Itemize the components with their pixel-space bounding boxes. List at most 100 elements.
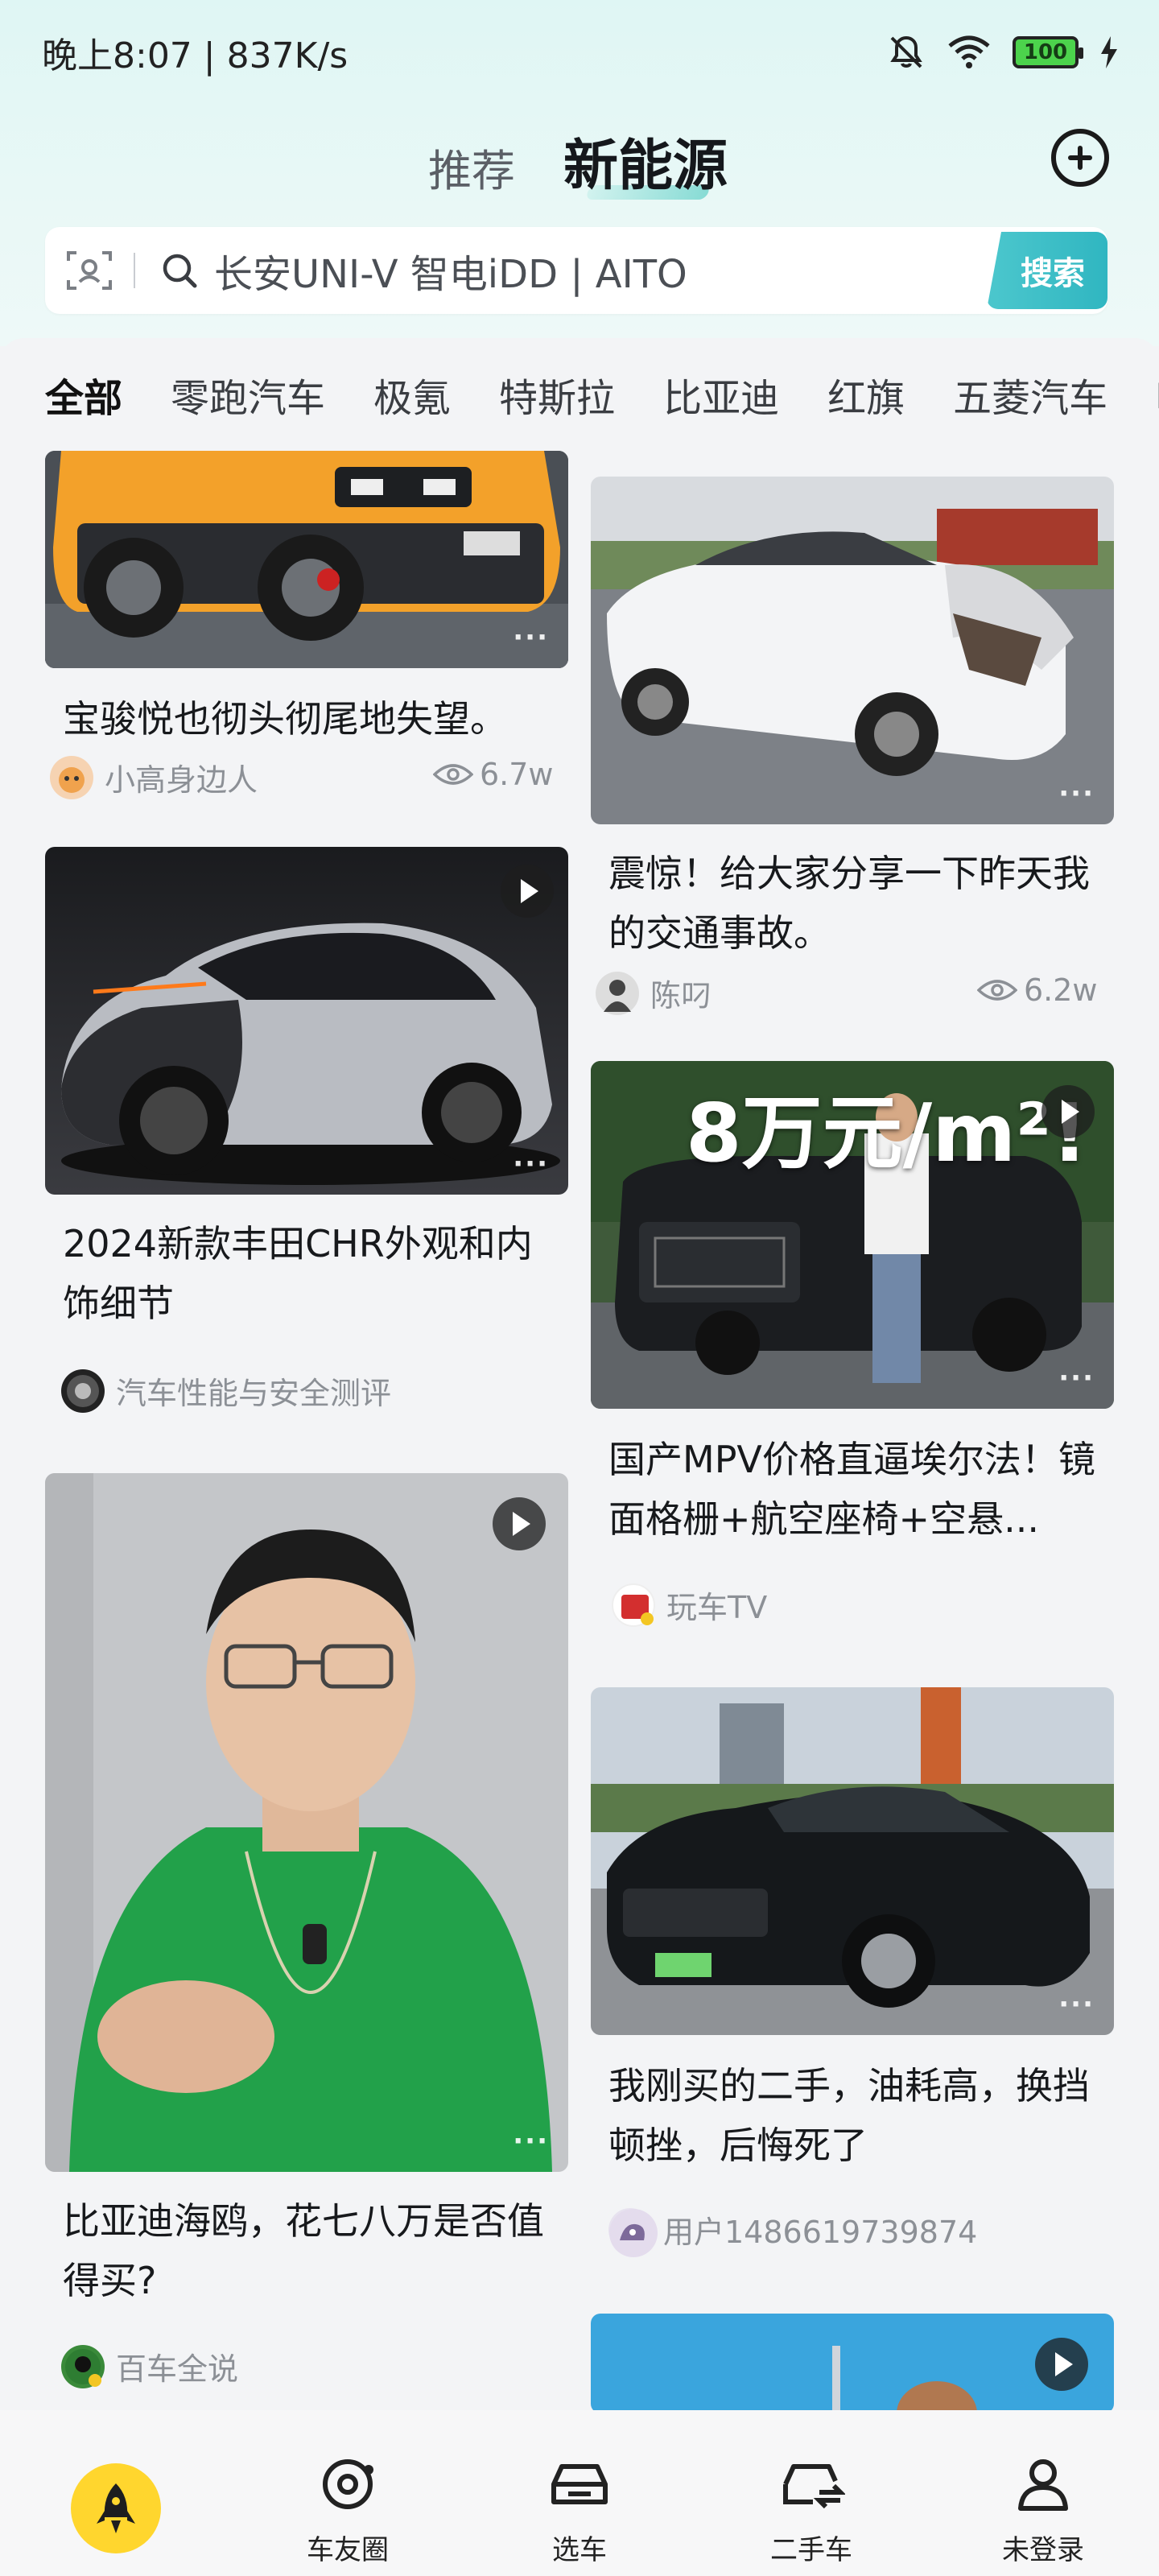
- category-tabs: 全部 零跑汽车 极氪 特斯拉 比亚迪 红旗 五菱汽车 哪: [0, 338, 1159, 451]
- card-image: ···: [45, 1473, 568, 2172]
- feed-card[interactable]: ···: [591, 1687, 1114, 2035]
- nav-car-circle[interactable]: 车友圈: [232, 2410, 464, 2576]
- card-image: ···: [591, 477, 1114, 824]
- search-icon: [163, 254, 197, 288]
- nav-home[interactable]: [0, 2410, 232, 2576]
- card-author[interactable]: 用户1486619739874: [608, 2207, 978, 2257]
- battery-level: 100: [1023, 40, 1068, 64]
- author-name: 用户1486619739874: [663, 2215, 978, 2250]
- feed-card[interactable]: [591, 2314, 1114, 2413]
- nav-used-car[interactable]: 二手车: [695, 2410, 927, 2576]
- card-title[interactable]: 国产MPV价格直逼埃尔法！镜面格栅+航空座椅+空悬...: [608, 1430, 1107, 1549]
- category-tab[interactable]: 红旗: [827, 366, 905, 423]
- category-tab[interactable]: 极氪: [373, 366, 451, 423]
- crashed-car-image: [591, 477, 1114, 824]
- yellow-suv-image: [45, 451, 568, 668]
- tab-recommend[interactable]: 推荐: [428, 135, 515, 199]
- rocket-icon: [71, 2463, 161, 2553]
- card-title[interactable]: 宝骏悦也彻头彻尾地失望。: [63, 689, 562, 749]
- eye-icon: [977, 980, 1017, 1001]
- add-button[interactable]: [1051, 129, 1109, 187]
- eye-icon: [433, 764, 473, 785]
- avatar: [50, 755, 93, 799]
- user-icon: [1018, 2459, 1068, 2511]
- more-icon[interactable]: ···: [513, 2125, 549, 2157]
- author-name: 陈叼: [650, 978, 712, 1013]
- more-icon[interactable]: ···: [1058, 1362, 1095, 1394]
- more-icon[interactable]: ···: [513, 1148, 549, 1180]
- views-value: 6.7w: [480, 757, 554, 792]
- nav-label: 二手车: [770, 2534, 852, 2566]
- more-icon[interactable]: ···: [1058, 1988, 1095, 2021]
- card-title[interactable]: 2024新款丰田CHR外观和内饰细节: [63, 1214, 562, 1333]
- search-divider: [134, 253, 135, 288]
- author-name: 玩车TV: [666, 1590, 768, 1625]
- card-title[interactable]: 比亚迪海鸥，花七八万是否值得买?: [63, 2191, 562, 2310]
- category-tab[interactable]: 比亚迪: [663, 366, 779, 423]
- nav-label: 未登录: [1002, 2534, 1084, 2566]
- card-title[interactable]: 震惊！给大家分享一下昨天我的交通事故。: [608, 844, 1091, 963]
- toyota-chr-image: [45, 847, 568, 1195]
- category-tab[interactable]: 特斯拉: [499, 366, 615, 423]
- avatar: [596, 971, 639, 1015]
- category-tab[interactable]: 五菱汽车: [953, 366, 1107, 423]
- category-tab[interactable]: 哪: [1156, 366, 1159, 423]
- title-row: 推荐 新能源: [0, 113, 1159, 209]
- author-name: 汽车性能与安全测评: [116, 1376, 392, 1411]
- feed-card[interactable]: ···: [45, 1473, 568, 2172]
- status-time-speed: 晚上8:07 | 837K/s: [42, 35, 349, 76]
- nav-label: 车友圈: [307, 2534, 389, 2566]
- wifi-icon: [948, 35, 990, 68]
- card-title[interactable]: 我刚买的二手，油耗高，换挡顿挫，后悔死了: [608, 2056, 1091, 2175]
- nav-profile[interactable]: 未登录: [927, 2410, 1159, 2576]
- more-icon[interactable]: ···: [513, 621, 549, 654]
- play-icon[interactable]: [493, 1497, 546, 1550]
- play-icon[interactable]: [1035, 2338, 1088, 2391]
- search-input[interactable]: 长安UNI-V 智电iDD | AITO: [214, 242, 1107, 299]
- car-circle-icon: [323, 2459, 373, 2509]
- avatar: [608, 2207, 658, 2257]
- status-icons: 100: [887, 33, 1119, 72]
- avatar: [61, 1368, 105, 1413]
- more-icon[interactable]: ···: [1058, 778, 1095, 810]
- feed-card[interactable]: ···: [591, 477, 1114, 824]
- battery-icon: 100: [1013, 36, 1083, 68]
- play-icon[interactable]: [1041, 1085, 1095, 1138]
- bottom-nav: 车友圈 选车 二手车 未登录: [0, 2410, 1159, 2576]
- card-author[interactable]: 百车全说: [61, 2344, 238, 2388]
- author-name: 百车全说: [116, 2351, 239, 2387]
- charging-icon: [1101, 36, 1117, 68]
- search-button[interactable]: 搜索: [987, 232, 1107, 309]
- category-tab[interactable]: 全部: [45, 366, 122, 423]
- view-count: 6.2w: [977, 972, 1098, 1008]
- car-icon: [551, 2464, 608, 2504]
- used-car-icon: [783, 2464, 845, 2509]
- category-tab[interactable]: 零跑汽车: [171, 366, 325, 423]
- card-image: ···: [45, 847, 568, 1195]
- card-author[interactable]: 汽车性能与安全测评: [61, 1368, 391, 1413]
- search-bar[interactable]: 长安UNI-V 智电iDD | AITO 搜索: [45, 227, 1107, 314]
- scan-icon[interactable]: [45, 227, 134, 314]
- feed-card[interactable]: 8万元/m²! ···: [591, 1061, 1114, 1409]
- tab-new-energy[interactable]: 新能源: [563, 121, 728, 200]
- card-image: [591, 2314, 1114, 2413]
- feed-card[interactable]: ···: [45, 847, 568, 1195]
- avatar: [612, 1583, 655, 1627]
- feed-card[interactable]: ···: [45, 451, 568, 668]
- sedan-image: [591, 1687, 1114, 2035]
- presenter-video-image: [45, 1473, 568, 2172]
- card-image: 8万元/m²! ···: [591, 1061, 1114, 1409]
- play-icon[interactable]: [501, 865, 554, 918]
- nav-label: 选车: [552, 2534, 607, 2566]
- view-count: 6.7w: [433, 757, 554, 792]
- views-value: 6.2w: [1024, 972, 1098, 1008]
- status-bar: 晚上8:07 | 837K/s 100: [0, 0, 1159, 105]
- card-author[interactable]: 陈叼: [596, 971, 711, 1015]
- card-author[interactable]: 玩车TV: [612, 1583, 767, 1627]
- card-author[interactable]: 小高身边人: [50, 755, 258, 799]
- mute-bell-icon: [890, 35, 922, 68]
- video-overlay-text: 8万元/m²!: [686, 1086, 1088, 1180]
- nav-select-car[interactable]: 选车: [464, 2410, 695, 2576]
- author-name: 小高身边人: [105, 762, 258, 798]
- search-button-label: 搜索: [1021, 255, 1085, 292]
